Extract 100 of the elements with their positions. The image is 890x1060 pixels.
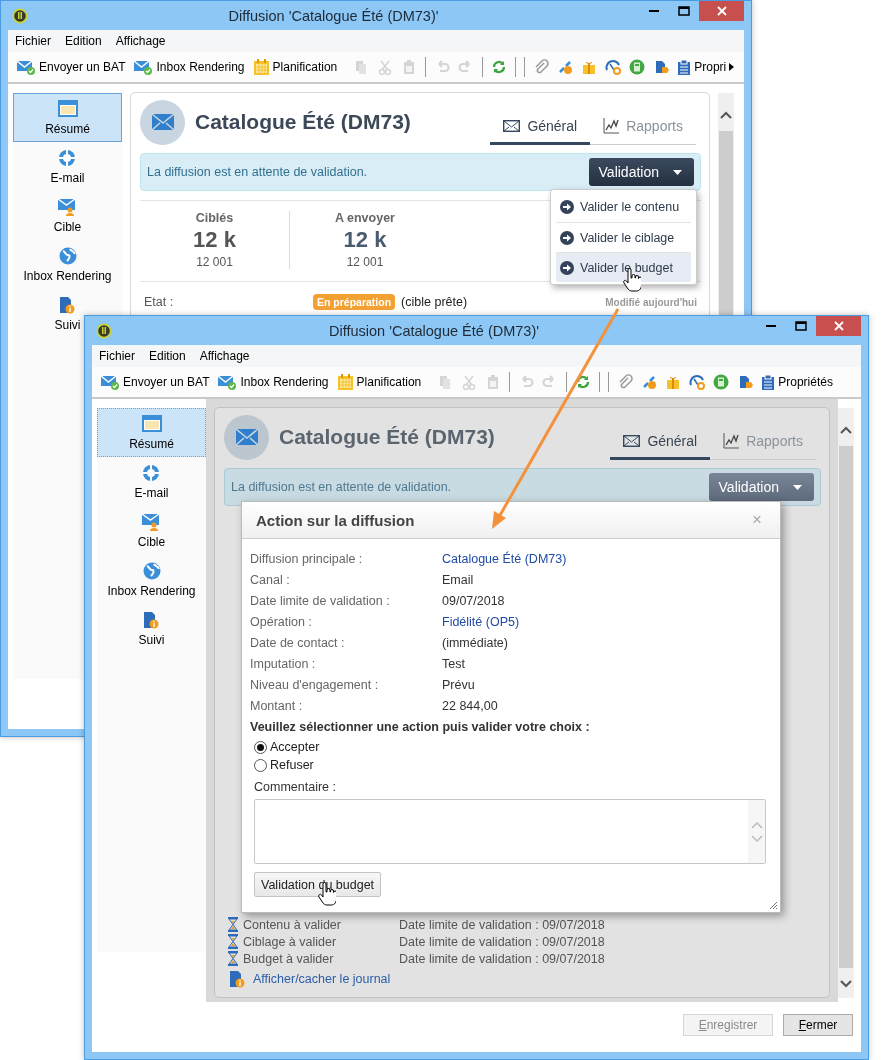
globe-icon bbox=[57, 246, 78, 266]
tab[interactable]: Général bbox=[610, 427, 711, 460]
dialog-title: Action sur la diffusion bbox=[256, 511, 415, 529]
close-button[interactable] bbox=[699, 1, 744, 21]
tab[interactable]: Général bbox=[490, 112, 591, 145]
task-label: Budget à valider bbox=[243, 951, 334, 966]
scroll-up-icon[interactable] bbox=[840, 426, 852, 434]
field-label: Niveau d'engagement : bbox=[250, 677, 380, 692]
stat-value: 12 k bbox=[193, 226, 236, 254]
field-value: Email bbox=[442, 572, 475, 587]
task-label: Contenu à valider bbox=[243, 917, 341, 932]
menu-item[interactable]: Fichier bbox=[99, 349, 135, 363]
menu-item[interactable]: Fichier bbox=[15, 34, 51, 48]
field-link[interactable]: Fidélité (OP5) bbox=[442, 614, 772, 629]
menu-item[interactable]: Edition bbox=[65, 34, 102, 48]
field-label: Imputation : bbox=[250, 656, 317, 671]
toolbar-button[interactable]: Planification bbox=[249, 56, 341, 78]
field-value: (cible prête) bbox=[401, 295, 469, 309]
close-icon bbox=[716, 6, 727, 16]
sidebar-item[interactable]: Cible bbox=[135, 506, 168, 555]
menu-item[interactable]: Affichage bbox=[115, 34, 166, 48]
toolbar-button[interactable]: Envoyer un BAT bbox=[97, 372, 213, 392]
line-chart-icon bbox=[603, 118, 620, 134]
hourglass-icon bbox=[227, 934, 239, 949]
calendar-icon bbox=[336, 373, 354, 391]
banner-message: La diffusion est en attente de validation. bbox=[231, 480, 452, 494]
radio-option[interactable]: Accepter bbox=[254, 738, 772, 756]
field-label: Date de contact : bbox=[250, 635, 346, 650]
field-label: Montant : bbox=[250, 698, 304, 713]
menu-item[interactable]: Edition bbox=[149, 349, 186, 363]
arrow-circle-icon bbox=[560, 260, 574, 275]
validation-button[interactable]: Validation bbox=[708, 473, 814, 501]
sidebar-item[interactable]: E-mail bbox=[48, 142, 87, 191]
field-label: Date limite de validation : bbox=[250, 593, 391, 608]
field-value: 22 844,00 bbox=[442, 698, 499, 713]
toolbar-button[interactable]: Propri bbox=[674, 56, 738, 78]
hourglass-icon bbox=[227, 951, 239, 966]
scrollbar[interactable] bbox=[838, 408, 854, 998]
resize-grip-icon[interactable] bbox=[769, 901, 778, 910]
sidebar-item[interactable]: Suivi bbox=[136, 604, 167, 653]
overflow-arrow-icon[interactable] bbox=[729, 63, 735, 71]
sidebar-item[interactable]: Inbox Rendering bbox=[21, 240, 114, 289]
caret-icon bbox=[793, 484, 802, 490]
lifebuoy-icon bbox=[141, 463, 162, 483]
journal-link[interactable]: Afficher/cacher le journal bbox=[253, 972, 391, 986]
window-title: Diffusion 'Catalogue Été (DM73)' bbox=[227, 7, 440, 24]
menu-item[interactable]: Valider le contenu bbox=[556, 192, 691, 222]
document-info-icon bbox=[227, 969, 247, 989]
field-link[interactable]: Catalogue Été (DM73) bbox=[442, 551, 772, 566]
envelope-icon bbox=[140, 99, 185, 145]
delivery-title: Catalogue Été (DM73) bbox=[195, 110, 412, 134]
field-value: Test bbox=[442, 656, 466, 671]
toolbar-button[interactable]: Propriétés bbox=[758, 371, 836, 393]
window-icon bbox=[57, 99, 78, 119]
scroll-down-icon[interactable] bbox=[840, 980, 852, 988]
toolbar-button[interactable]: Planification bbox=[333, 371, 425, 393]
stat-count: 12 001 bbox=[346, 255, 384, 269]
sidebar-item[interactable]: Résumé bbox=[97, 408, 206, 457]
envelope-check-icon bbox=[100, 374, 120, 390]
validation-button[interactable]: Validation bbox=[588, 158, 694, 186]
maximize-icon[interactable] bbox=[795, 321, 807, 331]
comment-label: Commentaire : bbox=[254, 780, 337, 794]
lifebuoy-icon bbox=[57, 148, 78, 168]
close-icon bbox=[833, 321, 844, 331]
sidebar-item[interactable]: Cible bbox=[51, 191, 84, 240]
stat-label: Ciblés bbox=[195, 211, 234, 225]
stat-count: 12 001 bbox=[196, 255, 233, 269]
app-logo-icon bbox=[96, 322, 112, 339]
clipboard-icon bbox=[761, 373, 776, 391]
arrow-circle-icon bbox=[560, 200, 574, 214]
maximize-icon[interactable] bbox=[678, 6, 690, 16]
toolbar-button[interactable]: Envoyer un BAT bbox=[13, 57, 129, 77]
sidebar-item[interactable]: Inbox Rendering bbox=[105, 555, 198, 604]
close-window-button[interactable]: Fermer bbox=[783, 1014, 853, 1036]
field-label: Etat : bbox=[144, 295, 175, 309]
sidebar-item[interactable]: Résumé bbox=[13, 93, 122, 142]
clipboard-icon bbox=[677, 58, 692, 76]
envelope-check-icon bbox=[16, 59, 36, 75]
envelope-icon bbox=[503, 120, 521, 132]
sidebar-item[interactable]: Suivi bbox=[52, 289, 83, 338]
sidebar-item[interactable]: E-mail bbox=[132, 457, 171, 506]
arrow-circle-icon bbox=[560, 230, 574, 245]
task-label: Ciblage à valider bbox=[243, 934, 337, 949]
field-label: Canal : bbox=[250, 572, 291, 587]
envelope-icon bbox=[224, 414, 269, 460]
scroll-up-icon[interactable] bbox=[720, 111, 732, 119]
close-button[interactable] bbox=[816, 316, 861, 336]
envelope-person-icon bbox=[141, 512, 162, 532]
task-deadline: Date limite de validation : 09/07/2018 bbox=[399, 917, 606, 932]
globe-icon bbox=[141, 561, 162, 581]
field-value: 09/07/2018 bbox=[442, 593, 506, 608]
delivery-title: Catalogue Été (DM73) bbox=[279, 425, 496, 449]
action-prompt: Veuillez sélectionner une action puis valider votre choix : bbox=[250, 720, 591, 734]
envelope-icon bbox=[623, 435, 641, 447]
modified-note: Modifié aujourd'hui bbox=[605, 296, 697, 308]
toolbar-button[interactable]: Inbox Rendering bbox=[130, 57, 248, 77]
calendar-icon bbox=[252, 58, 270, 76]
toolbar-button[interactable]: Inbox Rendering bbox=[214, 372, 332, 392]
menu-item[interactable]: Affichage bbox=[199, 349, 250, 363]
radio-option[interactable]: Refuser bbox=[254, 756, 772, 774]
